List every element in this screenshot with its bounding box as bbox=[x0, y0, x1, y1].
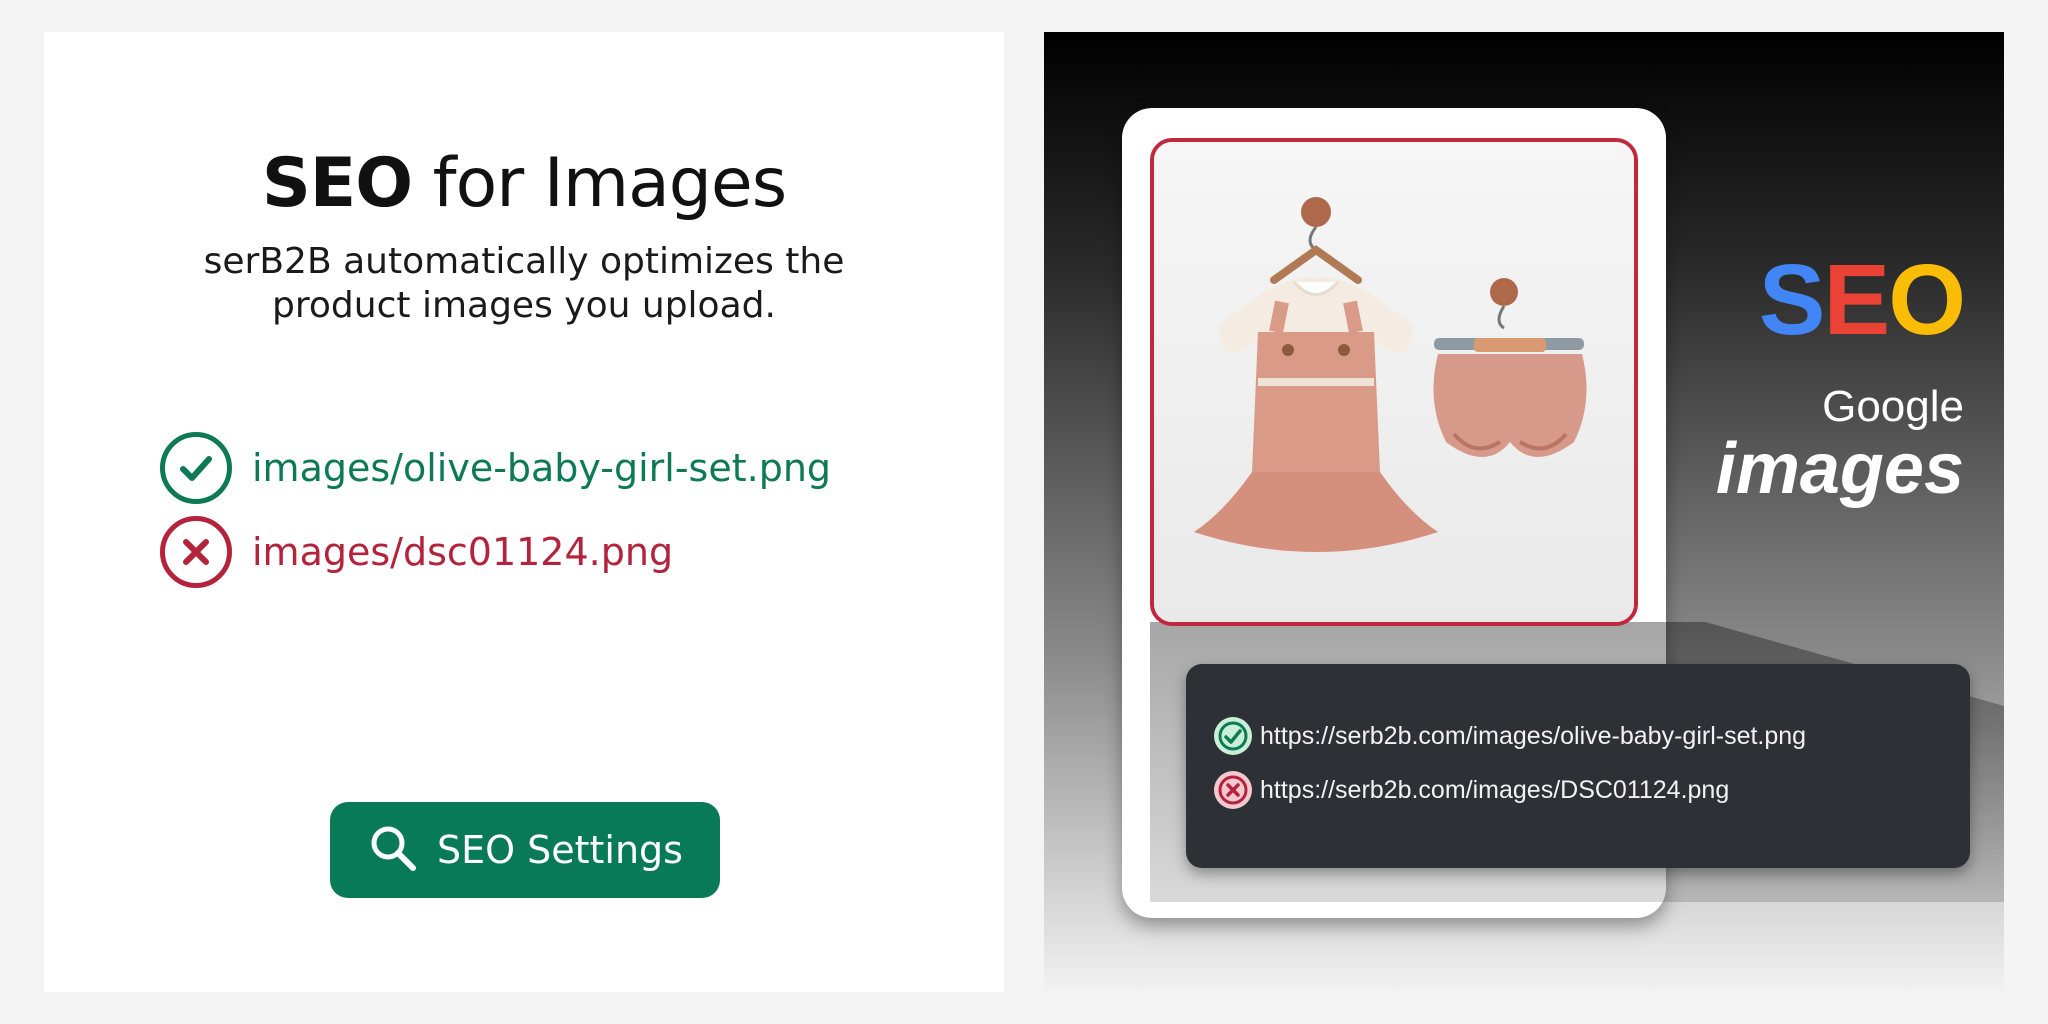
title-bold: SEO bbox=[261, 144, 413, 223]
bad-filename: images/dsc01124.png bbox=[252, 530, 674, 574]
seo-settings-label: SEO Settings bbox=[437, 828, 683, 872]
check-circle-icon bbox=[160, 432, 232, 504]
good-url-row: https://serb2b.com/images/olive-baby-gir… bbox=[1214, 716, 1806, 756]
bad-url-row: https://serb2b.com/images/DSC01124.png bbox=[1214, 770, 1729, 810]
good-url[interactable]: https://serb2b.com/images/olive-baby-gir… bbox=[1260, 722, 1806, 751]
search-result-box: https://serb2b.com/images/olive-baby-gir… bbox=[1186, 664, 1970, 868]
seo-settings-button[interactable]: SEO Settings bbox=[330, 802, 720, 898]
search-icon bbox=[367, 822, 419, 878]
seo-logo-o: O bbox=[1888, 244, 1966, 356]
google-label: Google bbox=[1822, 382, 1964, 431]
x-circle-icon bbox=[160, 516, 232, 588]
bad-url[interactable]: https://serb2b.com/images/DSC01124.png bbox=[1260, 776, 1729, 805]
product-image bbox=[1150, 138, 1638, 626]
left-panel: SEO for Images serB2B automatically opti… bbox=[44, 32, 1004, 992]
title-rest: for Images bbox=[412, 144, 788, 223]
seo-logo-s: S bbox=[1758, 244, 1826, 356]
page-title: SEO for Images bbox=[44, 144, 1004, 223]
check-circle-icon bbox=[1214, 717, 1252, 755]
right-panel: https://serb2b.com/images/olive-baby-gir… bbox=[1044, 32, 2004, 992]
bad-filename-row: images/dsc01124.png bbox=[160, 516, 673, 588]
good-filename-row: images/olive-baby-girl-set.png bbox=[160, 432, 831, 504]
subtitle-line-1: serB2B automatically optimizes the bbox=[203, 241, 845, 282]
subtitle: serB2B automatically optimizes the produ… bbox=[44, 240, 1004, 328]
seo-logo: SEO bbox=[1759, 250, 1966, 350]
x-circle-icon bbox=[1214, 771, 1252, 809]
images-label: images bbox=[1715, 429, 1964, 509]
subtitle-line-2: product images you upload. bbox=[272, 285, 776, 326]
good-filename: images/olive-baby-girl-set.png bbox=[252, 446, 832, 490]
seo-logo-e: E bbox=[1823, 244, 1891, 356]
